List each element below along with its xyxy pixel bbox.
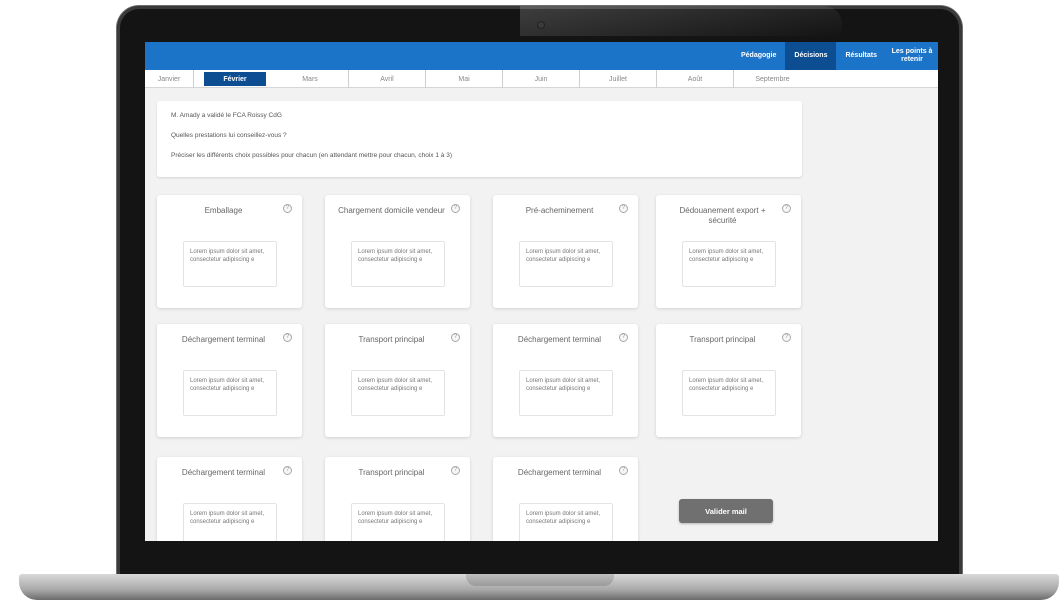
card-text-box[interactable]: Lorem ipsum dolor sit amet, consectetur … [183, 241, 277, 287]
card-title: Transport principal [358, 335, 425, 344]
tab-juillet[interactable]: Juillet [580, 70, 657, 88]
tab-janvier[interactable]: Janvier [145, 70, 194, 88]
card-text-box[interactable]: Lorem ipsum dolor sit amet, consectetur … [682, 370, 776, 416]
card-dechargement-terminal[interactable]: Déchargement terminal ? Lorem ipsum dolo… [493, 457, 638, 541]
instructions-panel: M. Amady a validé le FCA Roissy CdG Quel… [157, 101, 802, 177]
card-dedouanement[interactable]: Dédouanement export + sécurité ? Lorem i… [656, 195, 801, 308]
card-text-box[interactable]: Lorem ipsum dolor sit amet, consectetur … [351, 241, 445, 287]
card-text-box[interactable]: Lorem ipsum dolor sit amet, consectetur … [183, 503, 277, 541]
card-chargement-domicile[interactable]: Chargement domicile vendeur ? Lorem ipsu… [325, 195, 470, 308]
card-emballage[interactable]: Emballage ? Lorem ipsum dolor sit amet, … [157, 195, 302, 308]
instruction-line: Quelles prestations lui conseillez-vous … [171, 132, 287, 139]
nav-pedagogie[interactable]: Pédagogie [732, 42, 785, 70]
card-title: Transport principal [689, 335, 756, 344]
screen: Pédagogie Décisions Résultats Les points… [145, 42, 938, 541]
instruction-line: M. Amady a validé le FCA Roissy CdG [171, 112, 282, 119]
instruction-line: Préciser les différents choix possibles … [171, 152, 452, 159]
card-dechargement-terminal[interactable]: Déchargement terminal ? Lorem ipsum dolo… [493, 324, 638, 437]
card-title: Chargement domicile vendeur [338, 206, 445, 215]
card-title: Déchargement terminal [517, 335, 602, 344]
card-title: Pré-acheminement [525, 206, 594, 215]
help-icon[interactable]: ? [619, 466, 628, 475]
help-icon[interactable]: ? [283, 333, 292, 342]
card-pre-acheminement[interactable]: Pré-acheminement ? Lorem ipsum dolor sit… [493, 195, 638, 308]
card-title: Déchargement terminal [181, 335, 266, 344]
help-icon[interactable]: ? [782, 204, 791, 213]
camera-icon [538, 22, 544, 28]
card-text-box[interactable]: Lorem ipsum dolor sit amet, consectetur … [682, 241, 776, 287]
card-title: Dédouanement export + sécurité [679, 206, 766, 225]
tab-septembre[interactable]: Septembre [734, 70, 811, 88]
help-icon[interactable]: ? [619, 204, 628, 213]
card-transport-principal[interactable]: Transport principal ? Lorem ipsum dolor … [325, 457, 470, 541]
top-bar: Pédagogie Décisions Résultats Les points… [145, 42, 938, 70]
card-text-box[interactable]: Lorem ipsum dolor sit amet, consectetur … [183, 370, 277, 416]
lid-glare [520, 6, 842, 36]
card-dechargement-terminal[interactable]: Déchargement terminal ? Lorem ipsum dolo… [157, 457, 302, 541]
tab-juin[interactable]: Juin [503, 70, 580, 88]
card-title: Déchargement terminal [181, 468, 266, 477]
card-text-box[interactable]: Lorem ipsum dolor sit amet, consectetur … [351, 370, 445, 416]
top-nav: Pédagogie Décisions Résultats Les points… [732, 42, 938, 70]
tab-mai[interactable]: Mai [426, 70, 503, 88]
card-title: Déchargement terminal [517, 468, 602, 477]
help-icon[interactable]: ? [782, 333, 791, 342]
nav-decisions[interactable]: Décisions [785, 42, 837, 70]
tab-mars[interactable]: Mars [272, 70, 349, 88]
help-icon[interactable]: ? [283, 466, 292, 475]
nav-resultats[interactable]: Résultats [836, 42, 886, 70]
help-icon[interactable]: ? [619, 333, 628, 342]
nav-points-a-retenir[interactable]: Les points à retenir [886, 42, 938, 70]
month-tabs: Janvier Février Mars Avril Mai Juin Juil… [145, 70, 938, 88]
help-icon[interactable]: ? [451, 333, 460, 342]
tab-aout[interactable]: Août [657, 70, 734, 88]
card-dechargement-terminal[interactable]: Déchargement terminal ? Lorem ipsum dolo… [157, 324, 302, 437]
card-text-box[interactable]: Lorem ipsum dolor sit amet, consectetur … [519, 503, 613, 541]
laptop-base-notch [466, 574, 614, 586]
card-title: Emballage [204, 206, 243, 215]
validate-mail-button[interactable]: Valider mail [679, 499, 773, 523]
card-transport-principal[interactable]: Transport principal ? Lorem ipsum dolor … [325, 324, 470, 437]
tab-fevrier[interactable]: Février [204, 72, 266, 86]
help-icon[interactable]: ? [283, 204, 292, 213]
card-transport-principal[interactable]: Transport principal ? Lorem ipsum dolor … [656, 324, 801, 437]
card-text-box[interactable]: Lorem ipsum dolor sit amet, consectetur … [519, 370, 613, 416]
card-text-box[interactable]: Lorem ipsum dolor sit amet, consectetur … [351, 503, 445, 541]
help-icon[interactable]: ? [451, 204, 460, 213]
card-title: Transport principal [358, 468, 425, 477]
help-icon[interactable]: ? [451, 466, 460, 475]
tab-avril[interactable]: Avril [349, 70, 426, 88]
card-text-box[interactable]: Lorem ipsum dolor sit amet, consectetur … [519, 241, 613, 287]
